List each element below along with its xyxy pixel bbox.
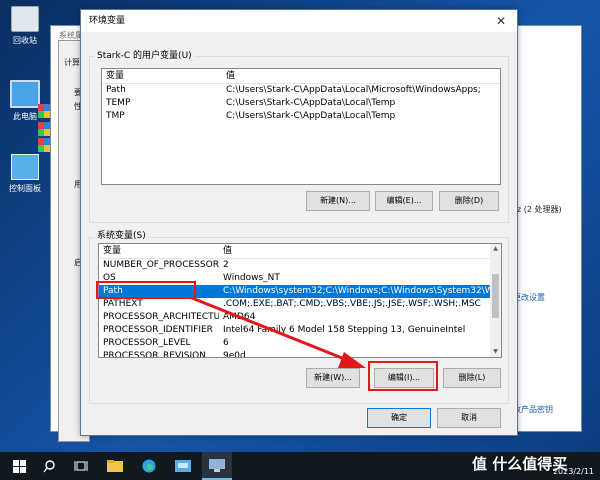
edge-icon[interactable]	[134, 452, 164, 480]
system-properties-icon[interactable]	[202, 452, 232, 480]
arrow-head	[338, 352, 366, 368]
search-icon[interactable]	[34, 452, 64, 480]
start-icon[interactable]	[4, 452, 34, 480]
annotation-arrow	[191, 296, 366, 368]
arrow-shaft	[191, 296, 353, 364]
control-panel-icon[interactable]	[168, 452, 198, 480]
watermark-text: 值 什么值得买	[472, 455, 568, 473]
task-view-icon[interactable]	[66, 452, 96, 480]
file-explorer-icon[interactable]	[100, 452, 130, 480]
